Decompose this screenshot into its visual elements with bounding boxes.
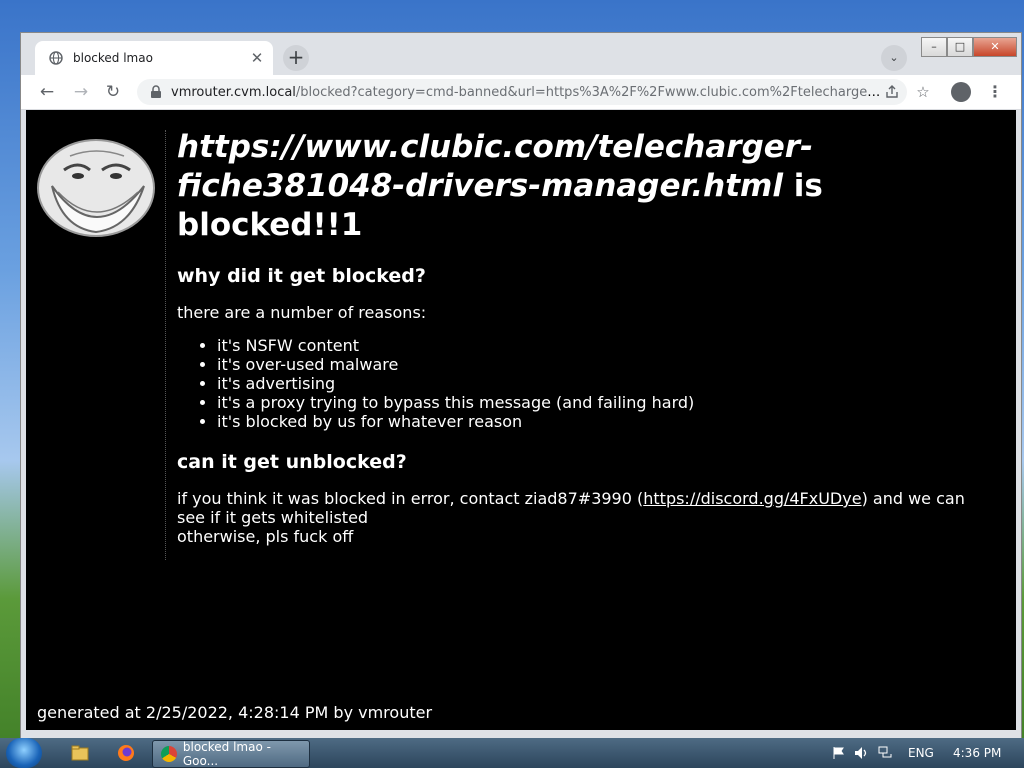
contact-text-1: if you think it was blocked in error, co… <box>177 489 644 508</box>
heading-is: is <box>782 168 823 204</box>
menu-kebab-icon[interactable]: ⋮ <box>985 80 1005 104</box>
blocked-url: https://www.clubic.com/telecharger-fiche… <box>177 129 813 204</box>
firefox-icon[interactable] <box>116 743 136 763</box>
bookmark-star-icon[interactable]: ☆ <box>911 80 935 104</box>
browser-window: blocked lmao ✕ + ⌄ – □ ✕ ← → ↻ vmrouter.… <box>20 32 1022 740</box>
list-item: it's a proxy trying to bypass this messa… <box>217 393 997 412</box>
tab-blocked[interactable]: blocked lmao ✕ <box>35 41 273 75</box>
task-label: blocked lmao - Goo... <box>182 740 271 768</box>
reasons-intro: there are a number of reasons: <box>177 303 427 322</box>
back-button[interactable]: ← <box>35 80 59 104</box>
url-text: vmrouter.cvm.local/blocked?category=cmd-… <box>171 85 881 100</box>
tab-title: blocked lmao <box>73 51 153 65</box>
list-item: it's blocked by us for whatever reason <box>217 412 997 431</box>
tab-search-button[interactable]: ⌄ <box>881 45 907 71</box>
lock-icon <box>151 85 161 98</box>
browser-toolbar: ← → ↻ vmrouter.cvm.local/blocked?categor… <box>21 75 1021 110</box>
dotted-divider <box>165 130 166 560</box>
why-heading: why did it get blocked? <box>177 265 426 287</box>
share-icon[interactable] <box>881 84 903 100</box>
trollface-image <box>37 139 155 237</box>
globe-icon <box>49 51 63 65</box>
list-item: it's NSFW content <box>217 336 997 355</box>
network-icon[interactable] <box>878 746 894 760</box>
start-button[interactable] <box>6 738 42 768</box>
address-bar[interactable]: vmrouter.cvm.local/blocked?category=cmd-… <box>137 79 907 105</box>
taskbar: blocked lmao - Goo... ENG 4:36 PM <box>0 738 1024 768</box>
heading-blocked: blocked!!1 <box>177 207 363 243</box>
url-path: /blocked?category=cmd-banned&url=https%3… <box>295 84 881 100</box>
generated-footer: generated at 2/25/2022, 4:28:14 PM by vm… <box>37 703 433 722</box>
reasons-list: it's NSFW content it's over-used malware… <box>177 336 997 431</box>
tab-strip: blocked lmao ✕ + ⌄ – □ ✕ <box>21 33 1021 75</box>
forward-button[interactable]: → <box>69 80 93 104</box>
flag-icon[interactable] <box>832 746 846 760</box>
clock[interactable]: 4:36 PM <box>953 746 1001 760</box>
list-item: it's advertising <box>217 374 997 393</box>
url-host: vmrouter.cvm.local <box>171 84 296 100</box>
new-tab-button[interactable]: + <box>283 45 309 71</box>
maximize-button[interactable]: □ <box>947 37 973 57</box>
unblock-heading: can it get unblocked? <box>177 451 407 473</box>
taskbar-chrome-task[interactable]: blocked lmao - Goo... <box>152 740 310 768</box>
profile-avatar-icon[interactable] <box>951 82 971 102</box>
minimize-button[interactable]: – <box>921 37 947 57</box>
close-window-button[interactable]: ✕ <box>973 37 1017 57</box>
file-explorer-icon[interactable] <box>70 743 90 763</box>
reload-button[interactable]: ↻ <box>101 80 125 104</box>
language-indicator[interactable]: ENG <box>908 746 934 760</box>
contact-paragraph: if you think it was blocked in error, co… <box>177 489 997 546</box>
tab-close-icon[interactable]: ✕ <box>247 49 267 67</box>
list-item: it's over-used malware <box>217 355 997 374</box>
page-title: https://www.clubic.com/telecharger-fiche… <box>177 128 997 245</box>
discord-link[interactable]: https://discord.gg/4FxUDye <box>643 489 861 508</box>
blocked-message: https://www.clubic.com/telecharger-fiche… <box>177 128 997 546</box>
otherwise-text: otherwise, pls fuck off <box>177 527 354 546</box>
page-content: https://www.clubic.com/telecharger-fiche… <box>26 110 1016 730</box>
volume-icon[interactable] <box>854 746 870 760</box>
chrome-icon <box>161 746 177 762</box>
